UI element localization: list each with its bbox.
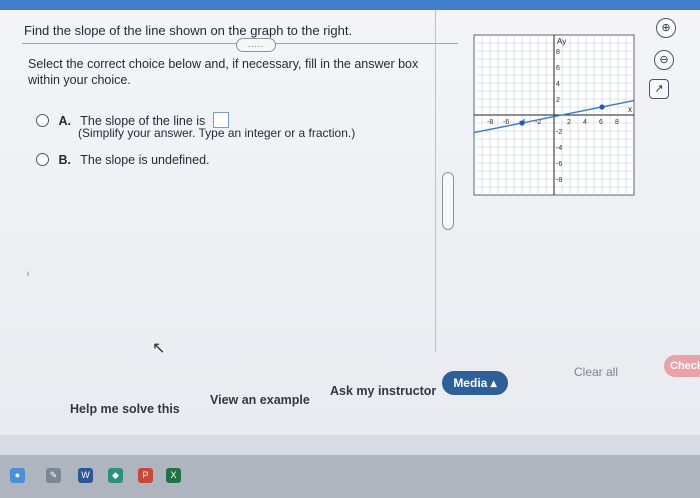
top-bar [0,0,700,10]
y-tick-label: -6 [556,161,562,168]
x-axis-label: x [628,105,632,114]
y-tick-label: 8 [556,49,560,56]
view-example-link[interactable]: View an example [210,393,310,407]
zoom-out-icon[interactable]: ⊖ [654,50,674,70]
y-tick-label: 4 [556,81,560,88]
choice-b-text: The slope is undefined. [80,153,210,167]
mouse-cursor-icon: ↖ [152,340,166,357]
word-icon[interactable]: W [78,468,93,483]
y-tick-label: 2 [556,97,560,104]
panel-resize-handle[interactable] [442,172,454,230]
zoom-in-icon[interactable]: ⊕ [656,18,676,38]
choice-b-letter: B. [58,153,71,167]
choice-a-letter: A. [58,114,71,128]
y-tick-label: -8 [556,177,562,184]
y-tick-label: 6 [556,65,560,72]
expand-button[interactable]: ..... [236,38,276,52]
collapse-arrow-icon[interactable]: › [26,268,30,280]
panel-divider [435,10,436,352]
app-icon[interactable]: ◆ [108,468,123,483]
coordinate-graph: Ayx8642-2-4-6-8-8-6-4-22468 [473,34,635,196]
x-tick-label: 8 [615,119,619,126]
line-point [599,104,605,110]
clear-all-button[interactable]: Clear all [574,365,618,379]
choice-b-radio[interactable] [36,153,49,166]
media-button[interactable]: Media ▴ [442,371,508,395]
y-axis-label: Ay [557,37,566,46]
chrome-icon[interactable]: ● [10,468,25,483]
x-tick-label: 4 [583,119,587,126]
line-point [519,120,525,126]
choice-a-radio[interactable] [36,114,49,127]
x-tick-label: 2 [567,119,571,126]
y-tick-label: -4 [556,145,562,152]
external-link-icon[interactable]: ↗ [649,79,669,99]
choice-a-hint: (Simplify your answer. Type an integer o… [78,126,356,140]
taskbar [0,455,700,498]
x-tick-label: 6 [599,119,603,126]
choice-b[interactable]: B. The slope is undefined. [36,153,210,167]
help-me-solve-link[interactable]: Help me solve this [70,402,180,416]
check-answer-button[interactable]: Check [664,355,700,377]
x-tick-label: -8 [487,119,493,126]
finder-icon[interactable]: ✎ [46,468,61,483]
x-tick-label: -6 [503,119,509,126]
instructions-text: Select the correct choice below and, if … [28,57,419,87]
question-title: Find the slope of the line shown on the … [24,23,353,38]
excel-icon[interactable]: X [166,468,181,483]
y-tick-label: -2 [556,129,562,136]
ask-instructor-link[interactable]: Ask my instructor [330,384,436,398]
powerpoint-icon[interactable]: P [138,468,153,483]
